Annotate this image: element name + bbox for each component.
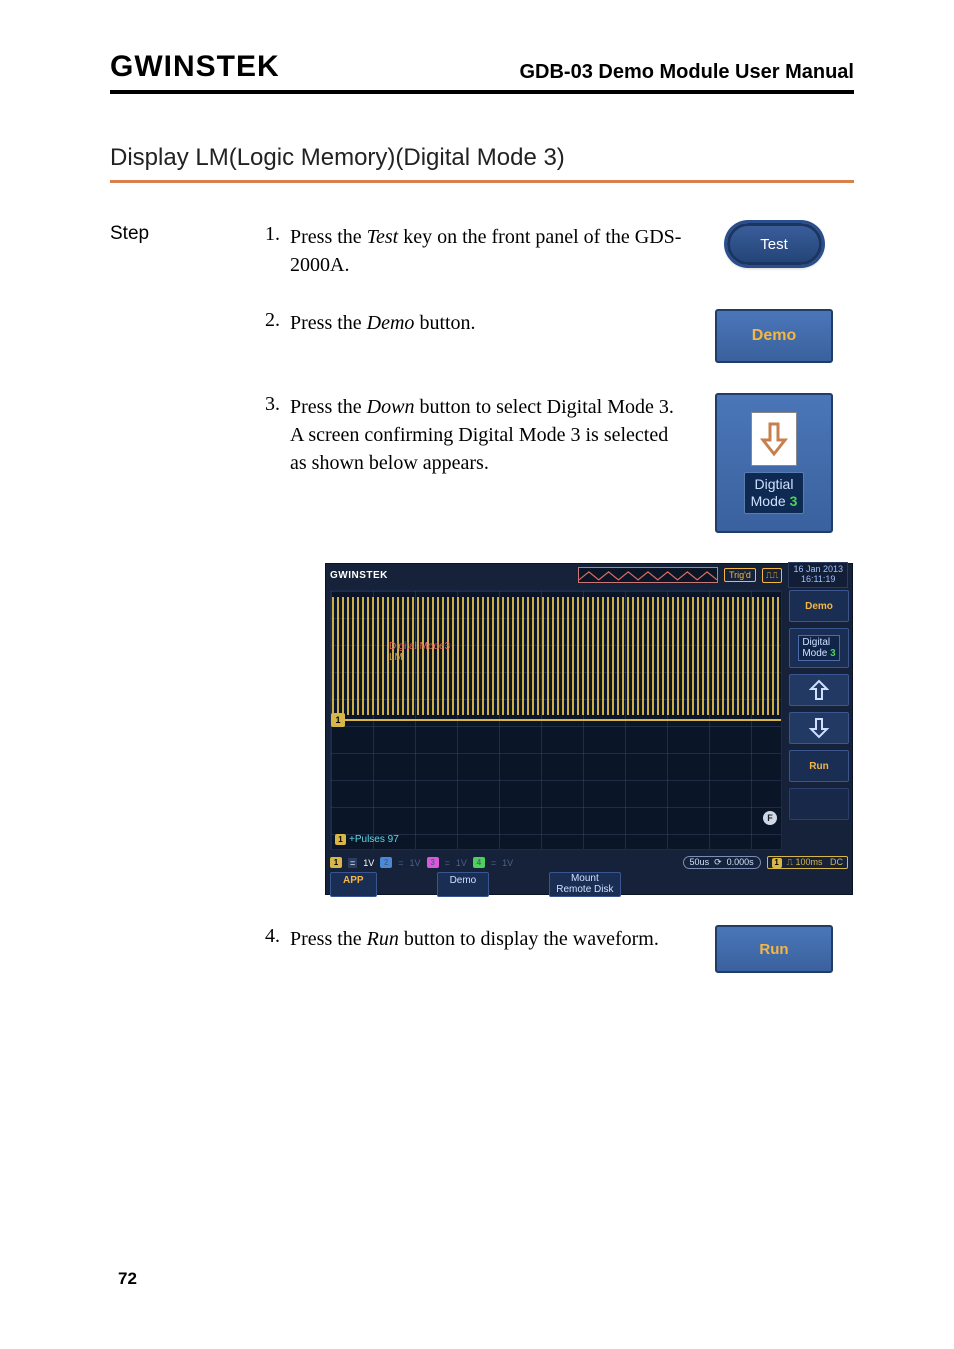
ch3-scale: 1V xyxy=(456,858,467,868)
steps-label: Step xyxy=(110,223,260,245)
ch2-scale: 1V xyxy=(410,858,421,868)
mount-button[interactable]: Mount Remote Disk xyxy=(549,872,620,897)
ch1-scale: 1V xyxy=(363,858,374,868)
side-mode-name: Digital xyxy=(802,637,830,648)
step-text-pre: Press the xyxy=(290,396,367,418)
timestamp: 16 Jan 2013 16:11:19 xyxy=(788,562,848,588)
step-text-key: Run xyxy=(367,928,399,950)
mode-number: 3 xyxy=(790,493,798,509)
scope-bottom-bar: 1= 1V 2=1V 3=1V 4=1V 50us ⟳ 0.000s 1 ⎍ 1… xyxy=(326,854,852,892)
timebase-pill: 50us ⟳ 0.000s xyxy=(683,856,761,869)
scope-waveform-area: 1 Digital Mode3 LM F 1+Pulses 97 xyxy=(330,590,782,850)
side-run-button[interactable]: Run xyxy=(789,750,849,782)
side-mode-num: 3 xyxy=(830,648,836,659)
scope-side-menu: Demo Digital Mode 3 Run xyxy=(786,586,852,854)
ch2-icon: 2 xyxy=(380,857,392,868)
ch1-icon: 1 xyxy=(330,857,342,868)
step-number: 2. xyxy=(260,309,290,332)
step-text-key: Test xyxy=(367,226,399,248)
step-text-post: button. xyxy=(414,312,475,334)
step-number: 4. xyxy=(260,925,290,948)
trigger-pill: 1 ⎍ 100ms DC xyxy=(767,856,848,869)
pulses-text: +Pulses 97 xyxy=(349,834,399,845)
page-number: 72 xyxy=(118,1269,137,1289)
mode-label-text: Digtial xyxy=(755,476,794,492)
timebase-value: 50us xyxy=(690,857,710,867)
side-down-button[interactable] xyxy=(789,712,849,744)
timestamp-time: 16:11:19 xyxy=(793,575,843,585)
app-button[interactable]: APP xyxy=(330,872,377,897)
bottom-demo-button[interactable]: Demo xyxy=(437,872,490,897)
ch1-marker: 1 xyxy=(331,713,345,727)
mount-line2: Remote Disk xyxy=(556,884,613,895)
step-text-post: button to display the waveform. xyxy=(399,928,659,950)
step-text: Press the Run button to display the wave… xyxy=(290,925,694,953)
trigger-status: Trig'd xyxy=(724,568,756,582)
demo-button[interactable]: Demo xyxy=(715,309,833,363)
side-blank-button xyxy=(789,788,849,820)
doc-title: GDB-03 Demo Module User Manual xyxy=(519,61,854,84)
waveform-label: Digital Mode3 LM xyxy=(389,641,450,663)
side-mode-prefix: Mode xyxy=(802,648,830,659)
down-arrow-icon xyxy=(751,412,797,466)
step-text: Press the Demo button. xyxy=(290,309,694,337)
side-up-button[interactable] xyxy=(789,674,849,706)
waveform-label-lm: LM xyxy=(389,652,403,663)
run-button[interactable]: Run xyxy=(715,925,833,973)
pulses-count: 1+Pulses 97 xyxy=(335,834,399,845)
trig-level: 100ms xyxy=(795,857,822,867)
step-text-pre: Press the xyxy=(290,226,367,248)
mini-waveform-icon xyxy=(578,567,718,583)
step-number: 3. xyxy=(260,393,290,416)
trig-ch-icon: 1 xyxy=(772,858,782,868)
oscilloscope-screenshot: GWINSTEK Trig'd ⎍⎍ 16 Jan 2013 16:11:19 … xyxy=(325,563,853,895)
ch4-scale: 1V xyxy=(502,858,513,868)
trig-coupling: DC xyxy=(830,857,843,867)
signal-icon: ⎍⎍ xyxy=(762,568,783,583)
step-text-pre: Press the xyxy=(290,928,367,950)
mount-line1: Mount xyxy=(571,873,599,884)
section-title: Display LM(Logic Memory)(Digital Mode 3) xyxy=(110,144,854,183)
f-marker: F xyxy=(763,811,777,825)
waveform-baseline xyxy=(331,719,781,721)
mode-label: Digtial Mode 3 xyxy=(744,472,805,514)
step-text-key: Demo xyxy=(367,312,415,334)
scope-top-bar: GWINSTEK Trig'd ⎍⎍ 16 Jan 2013 16:11:19 xyxy=(326,564,852,586)
scope-brand: GWINSTEK xyxy=(330,570,388,581)
page-header: GWINSTEK GDB-03 Demo Module User Manual xyxy=(110,50,854,94)
step-text: Press the Test key on the front panel of… xyxy=(290,223,694,279)
step-text-key: Down xyxy=(367,396,415,418)
delay-value: 0.000s xyxy=(727,857,754,867)
step-text: Press the Down button to select Digital … xyxy=(290,393,694,477)
waveform-label-mode: Digital Mode3 xyxy=(389,641,450,652)
step-text-pre: Press the xyxy=(290,312,367,334)
brand-logo: GWINSTEK xyxy=(110,50,280,84)
down-mode-button[interactable]: Digtial Mode 3 xyxy=(715,393,833,533)
side-mode-button[interactable]: Digital Mode 3 xyxy=(789,628,849,668)
pulses-ch-icon: 1 xyxy=(335,834,346,845)
ch3-icon: 3 xyxy=(427,857,439,868)
ch4-icon: 4 xyxy=(473,857,485,868)
test-button[interactable]: Test xyxy=(727,223,822,265)
side-demo-button[interactable]: Demo xyxy=(789,590,849,622)
step-number: 1. xyxy=(260,223,290,246)
mode-prefix: Mode xyxy=(751,493,790,509)
